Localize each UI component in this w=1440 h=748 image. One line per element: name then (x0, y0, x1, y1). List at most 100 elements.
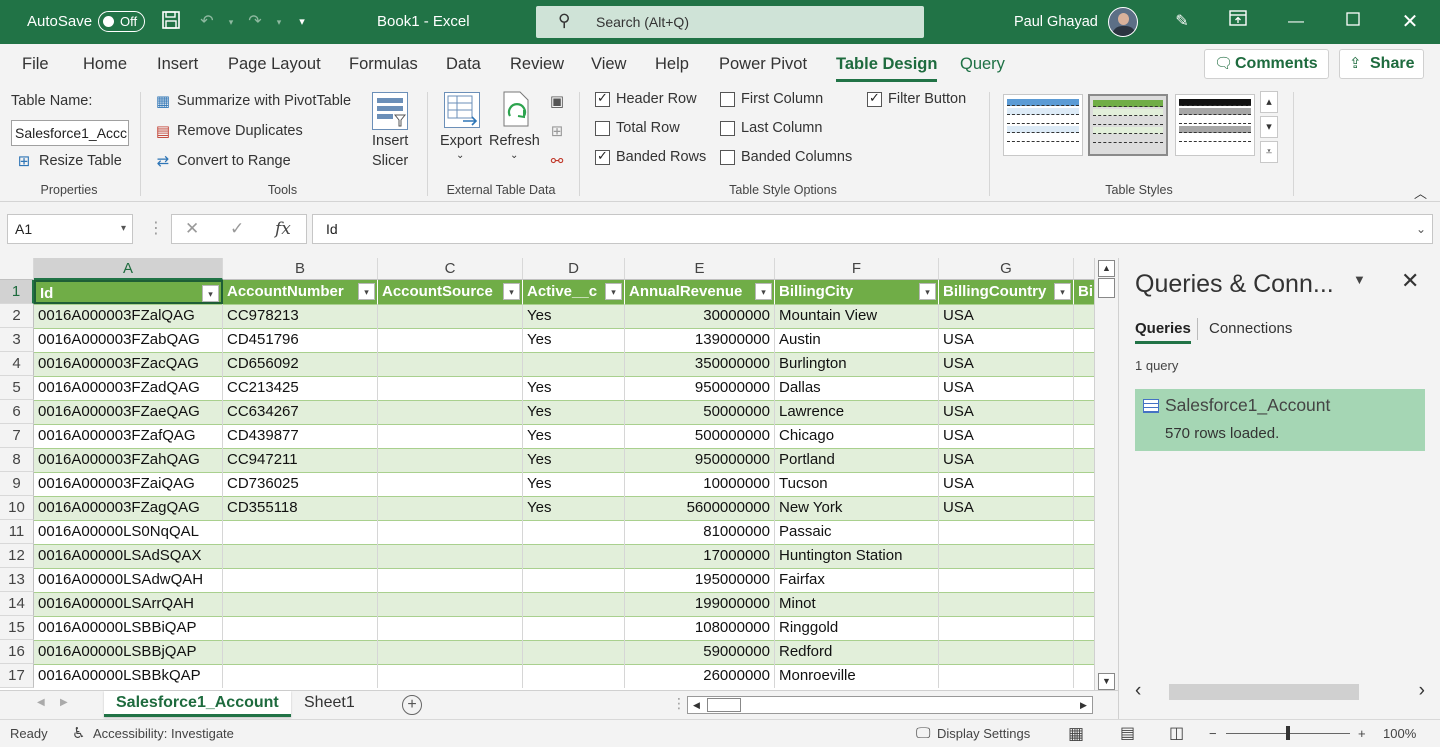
table-cell[interactable]: 950000000 (625, 448, 775, 472)
table-cell[interactable]: New York (775, 496, 939, 520)
remove-duplicates-button[interactable]: Remove Duplicates (177, 123, 303, 139)
table-cell[interactable]: Passaic (775, 520, 939, 544)
table-cell[interactable]: USA (939, 496, 1074, 520)
table-cell[interactable]: Minot (775, 592, 939, 616)
minimize-icon[interactable]: — (1284, 10, 1308, 34)
table-cell[interactable] (378, 352, 523, 376)
table-style-green[interactable] (1088, 94, 1168, 156)
table-cell[interactable]: 139000000 (625, 328, 775, 352)
sheet-tab-sheet1[interactable]: Sheet1 (292, 691, 367, 717)
header-cell-accountsource[interactable]: AccountSource ▾ (378, 280, 523, 304)
table-cell[interactable] (1074, 424, 1094, 448)
header-cell-billingcountry[interactable]: BillingCountry ▾ (939, 280, 1074, 304)
designer-pen-icon[interactable]: ✎ (1170, 10, 1194, 34)
table-cell[interactable] (223, 664, 378, 688)
tab-view[interactable]: View (591, 52, 626, 76)
row-header[interactable]: 16 (0, 640, 34, 664)
table-cell[interactable]: 0016A00000LSArrQAH (34, 592, 223, 616)
ribbon-display-icon[interactable] (1226, 10, 1250, 34)
table-cell[interactable]: 0016A000003FZagQAG (34, 496, 223, 520)
table-cell[interactable] (523, 616, 625, 640)
table-cell[interactable] (378, 616, 523, 640)
table-cell[interactable]: 0016A00000LSBBkQAP (34, 664, 223, 688)
header-cell-annualrevenue[interactable]: AnnualRevenue ▾ (625, 280, 775, 304)
table-cell[interactable]: 0016A000003FZahQAG (34, 448, 223, 472)
table-cell[interactable]: 26000000 (625, 664, 775, 688)
table-cell[interactable] (378, 544, 523, 568)
search-box[interactable]: ⚲ Search (Alt+Q) (536, 6, 924, 38)
table-cell[interactable]: Burlington (775, 352, 939, 376)
name-box-dropdown-icon[interactable]: ▾ (121, 215, 126, 243)
row-header[interactable]: 8 (0, 448, 34, 472)
table-cell[interactable] (1074, 592, 1094, 616)
row-header[interactable]: 5 (0, 376, 34, 400)
enter-icon[interactable]: ✓ (230, 219, 244, 239)
table-cell[interactable]: CD355118 (223, 496, 378, 520)
filter-dropdown-icon[interactable]: ▾ (605, 283, 622, 300)
unlink-icon[interactable]: ⚯ (547, 152, 567, 172)
filter-dropdown-icon[interactable]: ▾ (503, 283, 520, 300)
expand-formula-icon[interactable]: ⌄ (1416, 215, 1426, 243)
undo-dropdown-icon[interactable]: ▾ (219, 10, 243, 34)
table-cell[interactable] (378, 328, 523, 352)
first-column-checkbox[interactable] (720, 92, 735, 107)
comments-button[interactable]: 🗨 Comments (1204, 49, 1329, 79)
pane-options-icon[interactable]: ▼ (1353, 272, 1366, 287)
tab-file[interactable]: File (22, 52, 49, 76)
row-header[interactable]: 9 (0, 472, 34, 496)
gallery-down-icon[interactable]: ▾ (1260, 116, 1278, 138)
sheet-tab-salesforce1-account[interactable]: Salesforce1_Account (104, 691, 291, 717)
table-cell[interactable]: 0016A00000LSBBiQAP (34, 616, 223, 640)
column-header-a[interactable]: A (34, 258, 223, 280)
table-cell[interactable] (1074, 568, 1094, 592)
banded-columns-checkbox[interactable] (720, 150, 735, 165)
table-style-blue[interactable] (1003, 94, 1083, 156)
table-cell[interactable] (378, 640, 523, 664)
name-box[interactable]: A1 ▾ (7, 214, 133, 244)
header-row-checkbox[interactable] (595, 90, 610, 107)
row-header[interactable]: 6 (0, 400, 34, 424)
column-header-d[interactable]: D (523, 258, 625, 280)
tab-queries[interactable]: Queries (1135, 320, 1191, 344)
filter-dropdown-icon[interactable]: ▾ (358, 283, 375, 300)
header-cell-billingcity[interactable]: BillingCity ▾ (775, 280, 939, 304)
filter-dropdown-icon[interactable]: ▾ (1054, 283, 1071, 300)
tab-insert[interactable]: Insert (157, 52, 198, 76)
table-cell[interactable] (1074, 304, 1094, 328)
close-icon[interactable]: ✕ (1398, 10, 1422, 34)
table-cell[interactable]: 81000000 (625, 520, 775, 544)
table-cell[interactable]: 350000000 (625, 352, 775, 376)
column-header-e[interactable]: E (625, 258, 775, 280)
scroll-thumb[interactable] (1098, 278, 1115, 298)
table-cell[interactable]: USA (939, 328, 1074, 352)
filter-dropdown-icon[interactable]: ▾ (755, 283, 772, 300)
table-cell[interactable]: USA (939, 424, 1074, 448)
table-cell[interactable] (939, 592, 1074, 616)
table-cell[interactable]: CC213425 (223, 376, 378, 400)
insert-function-icon[interactable]: fx (275, 219, 291, 239)
table-cell[interactable] (378, 304, 523, 328)
user-name[interactable]: Paul Ghayad (1014, 0, 1098, 44)
table-cell[interactable] (1074, 496, 1094, 520)
header-cell-id[interactable]: Id ▾ (34, 280, 223, 304)
filter-dropdown-icon[interactable]: ▾ (202, 285, 219, 302)
table-cell[interactable]: Yes (523, 328, 625, 352)
table-name-input[interactable]: Salesforce1_Accc (11, 120, 129, 146)
table-cell[interactable]: USA (939, 448, 1074, 472)
table-cell[interactable] (1074, 400, 1094, 424)
table-cell[interactable]: 0016A00000LS0NqQAL (34, 520, 223, 544)
properties-icon[interactable]: ▣ (547, 92, 567, 112)
table-cell[interactable]: CD656092 (223, 352, 378, 376)
table-cell[interactable]: USA (939, 304, 1074, 328)
table-cell[interactable]: CD439877 (223, 424, 378, 448)
table-cell[interactable] (223, 592, 378, 616)
column-header-c[interactable]: C (378, 258, 523, 280)
table-cell[interactable]: Yes (523, 448, 625, 472)
zoom-level[interactable]: 100% (1383, 720, 1416, 748)
table-cell[interactable] (378, 664, 523, 688)
worksheet-grid[interactable]: A B C D E F G 1 Id ▾ AccountNumber ▾ Accou… (0, 258, 1094, 690)
table-cell[interactable]: 10000000 (625, 472, 775, 496)
table-cell[interactable]: 500000000 (625, 424, 775, 448)
tab-connections[interactable]: Connections (1209, 320, 1292, 337)
open-browser-icon[interactable]: ⊞ (547, 122, 567, 142)
